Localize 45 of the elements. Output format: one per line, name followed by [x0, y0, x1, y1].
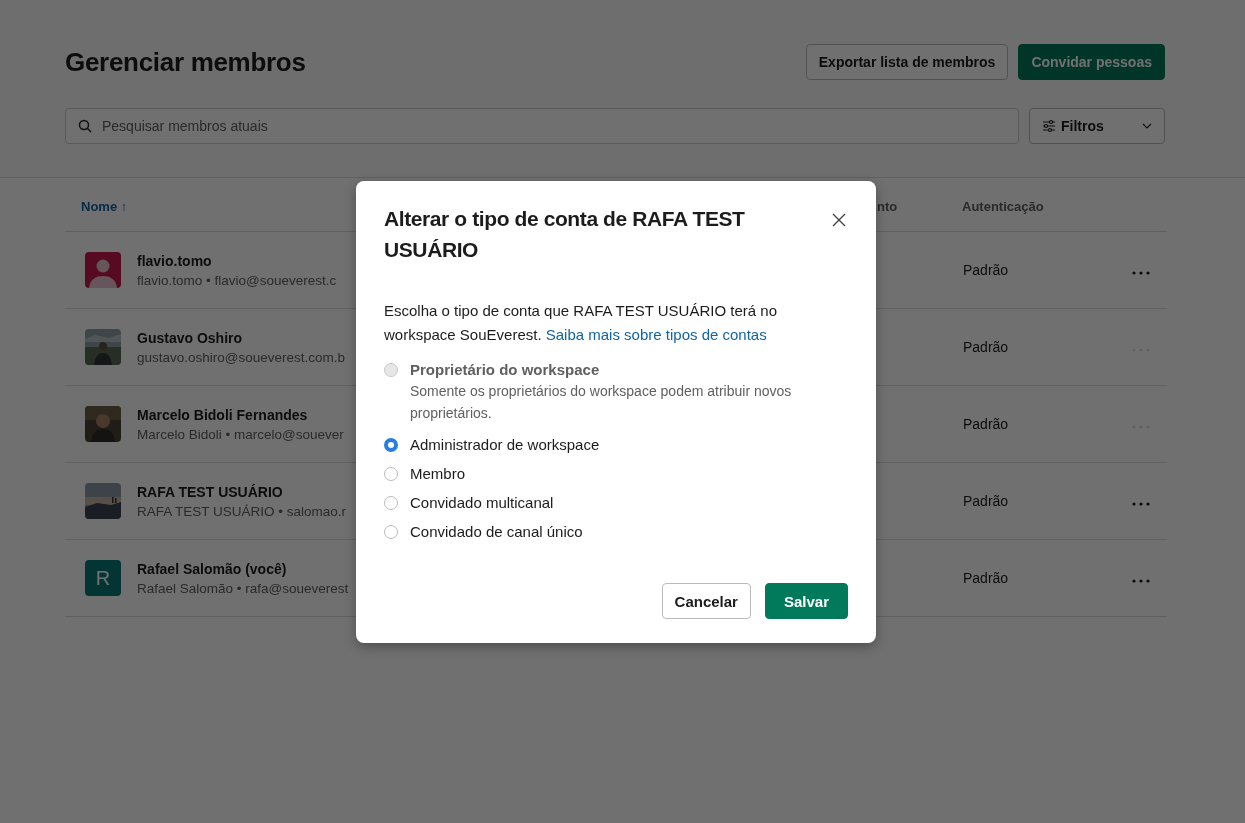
- member-detail: flavio.tomo • flavio@soueverest.c: [137, 272, 337, 288]
- member-detail: Marcelo Bidoli • marcelo@souever: [137, 426, 344, 442]
- member-name: flavio.tomo: [137, 252, 213, 269]
- sliders-icon: [1042, 119, 1056, 133]
- option-label: Convidado de canal único: [410, 523, 583, 540]
- dialog-text: Escolha o tipo de conta que RAFA TEST USUÁRIO terá no workspace SouEverest. Saiba mais sobre tipos de contas: [384, 301, 778, 345]
- search-field[interactable]: Pesquisar membros atuais: [65, 108, 1019, 144]
- learn-more-link[interactable]: Saiba mais sobre tipos de contas: [545, 326, 767, 343]
- radio-button[interactable]: [384, 496, 398, 510]
- dialog-title: Alterar o tipo de conta de RAFA TEST USUÁRIO: [384, 206, 746, 263]
- member-name: RAFA TEST USUÁRIO: [137, 483, 284, 500]
- auth-value: Padrão: [962, 262, 1010, 278]
- radio-button[interactable]: [384, 525, 398, 539]
- option-label: Membro: [410, 465, 465, 482]
- option-label: Proprietário do workspace: [410, 361, 601, 378]
- auth-value: Padrão: [962, 339, 1010, 355]
- more-icon[interactable]: [1132, 502, 1150, 506]
- avatar-icon: [85, 252, 121, 288]
- more-icon[interactable]: [1132, 271, 1150, 275]
- auth-value: Padrão: [962, 493, 1010, 509]
- auth-value: Padrão: [962, 416, 1010, 432]
- page-title: Gerenciar membros: [65, 46, 306, 78]
- column-header: Autenticação: [962, 198, 1045, 214]
- member-name: Rafael Salomão (você): [137, 560, 288, 577]
- cancel-button[interactable]: Cancelar: [661, 583, 751, 619]
- radio-button[interactable]: [384, 438, 398, 452]
- member-name: Marcelo Bidoli Fernandes: [137, 406, 309, 423]
- option-label: Convidado multicanal: [410, 494, 554, 511]
- option-description: Somente os proprietários do workspace podem atribuir novos proprietários.: [410, 382, 793, 423]
- invite-button[interactable]: Convidar pessoas: [1018, 44, 1165, 80]
- filter-button[interactable]: Filtros: [1029, 108, 1165, 144]
- chevron-down-icon: [1142, 123, 1152, 129]
- member-detail: Rafael Salomão • rafa@soueverest: [137, 580, 349, 596]
- export-button[interactable]: Exportar lista de membros: [805, 44, 1009, 80]
- save-button[interactable]: Salvar: [764, 583, 848, 619]
- radio-button[interactable]: [384, 467, 398, 481]
- member-detail: RAFA TEST USUÁRIO • salomao.r: [137, 503, 347, 519]
- more-icon[interactable]: [1132, 579, 1150, 583]
- avatar-icon: R: [85, 560, 121, 596]
- member-name: Gustavo Oshiro: [137, 329, 244, 346]
- option-label: Administrador de workspace: [410, 436, 600, 453]
- member-detail: gustavo.oshiro@soueverest.com.b: [137, 349, 346, 365]
- column-header: nto: [877, 198, 899, 214]
- auth-value: Padrão: [962, 570, 1010, 586]
- close-icon[interactable]: [832, 213, 846, 227]
